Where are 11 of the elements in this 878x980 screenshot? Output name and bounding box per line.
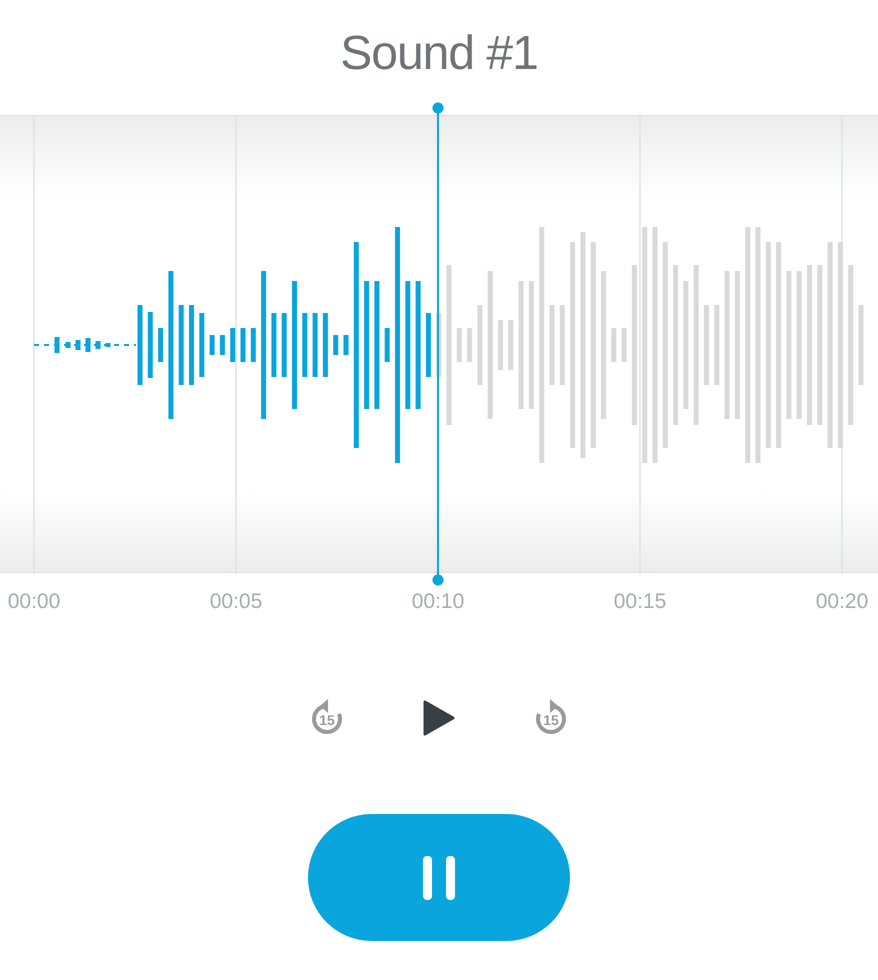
- pause-icon: [421, 854, 457, 902]
- skip-back-button[interactable]: 15: [307, 698, 347, 738]
- time-label: 00:20: [814, 590, 870, 614]
- time-label: 00:15: [612, 590, 668, 614]
- play-icon: [422, 699, 456, 737]
- recording-title: Sound #1: [340, 26, 538, 82]
- skip-forward-button[interactable]: 15: [531, 698, 571, 738]
- playhead[interactable]: [432, 102, 444, 586]
- time-label: 00:00: [6, 590, 62, 614]
- time-label: 00:10: [410, 590, 466, 614]
- time-label: 00:05: [208, 590, 264, 614]
